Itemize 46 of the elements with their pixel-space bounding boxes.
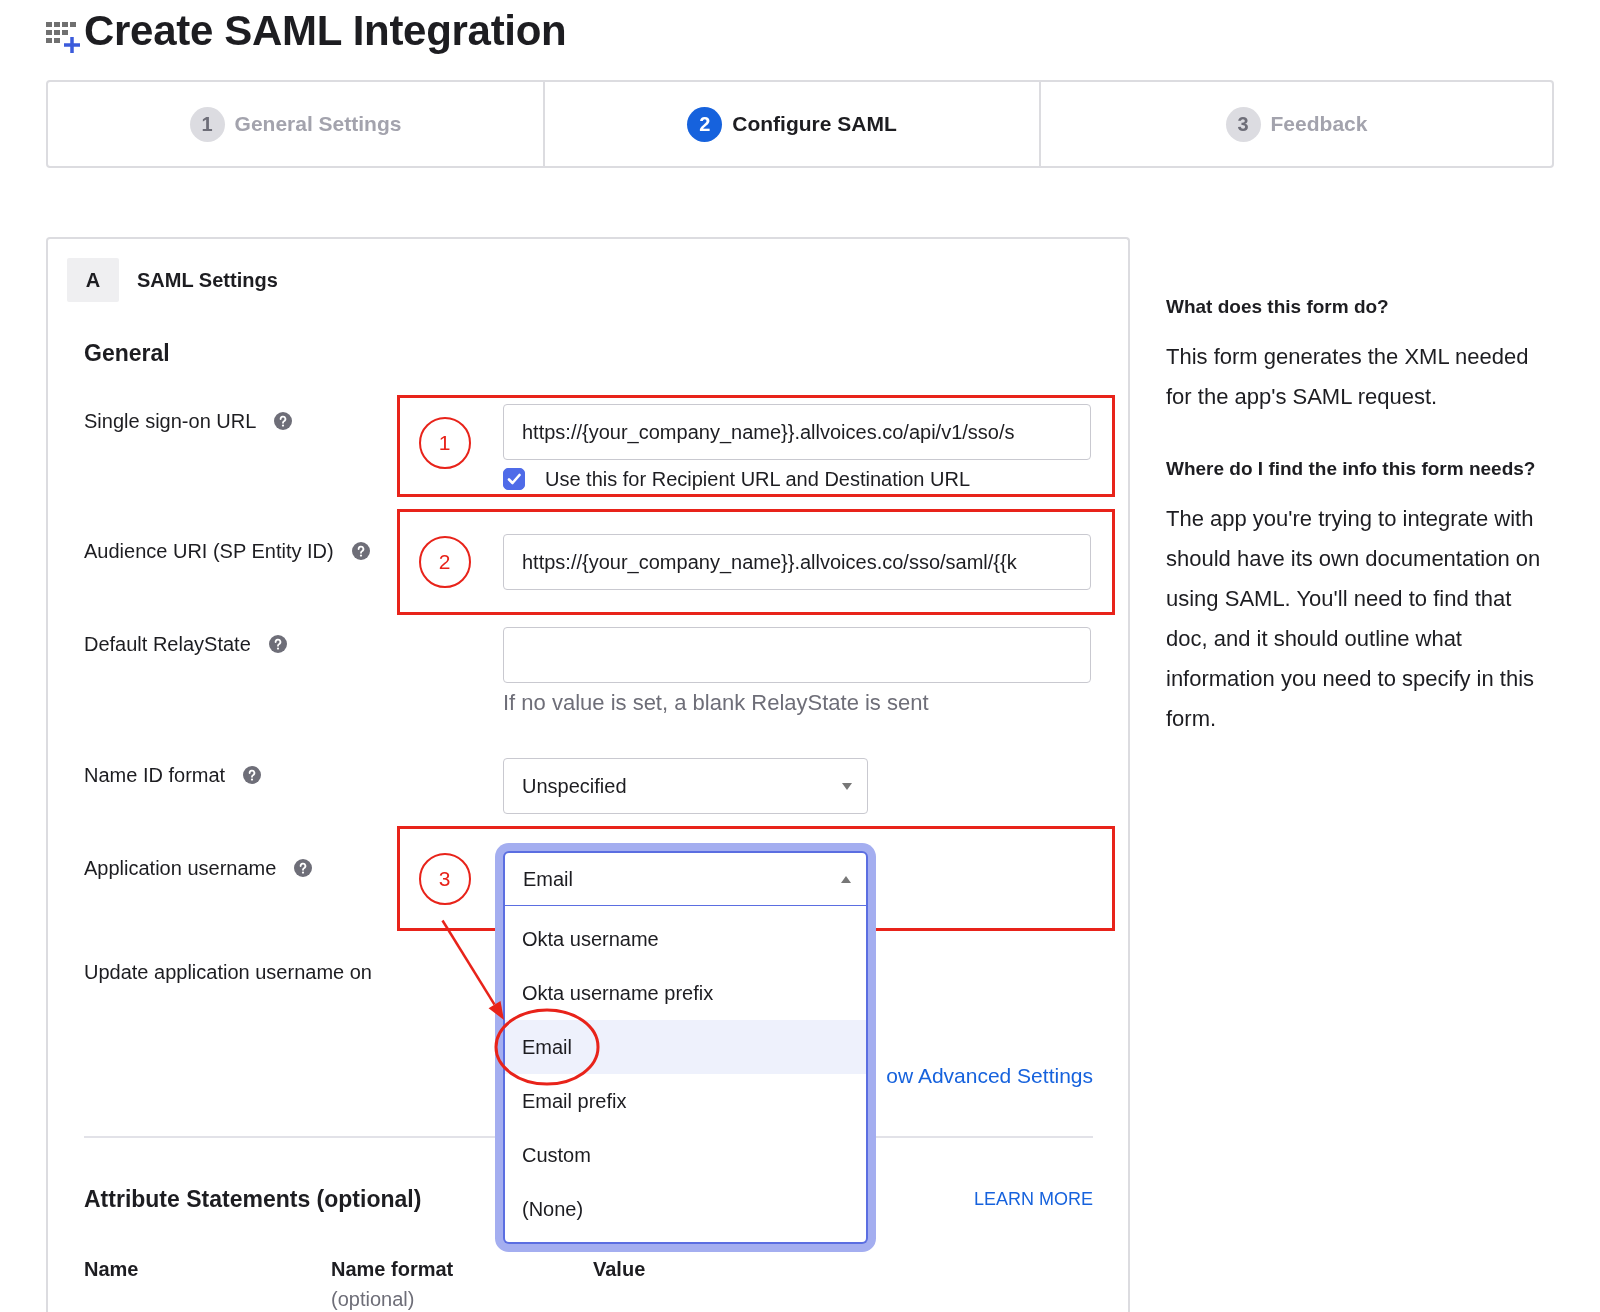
step-tab[interactable]: 3 Feedback [1039, 82, 1552, 166]
column-header: Name [84, 1258, 140, 1280]
step-number: 3 [1225, 106, 1261, 142]
learn-more-link[interactable]: LEARN MORE [973, 1188, 1093, 1210]
step-number: 2 [687, 106, 723, 142]
app-grid-add-icon [46, 20, 82, 54]
section-badge: A [67, 258, 119, 302]
card-title: SAML Settings [137, 268, 278, 292]
field-label: Update application username on [84, 960, 372, 984]
input-field[interactable] [503, 627, 1091, 683]
caret-icon [842, 782, 852, 790]
dropdown-option[interactable]: Okta username [505, 912, 866, 966]
dropdown-option[interactable]: Email prefix [505, 1074, 866, 1128]
checkbox[interactable] [503, 468, 525, 490]
dropdown-option[interactable]: Okta username prefix [505, 966, 866, 1020]
field-label: Name ID format [84, 763, 226, 787]
step-number: 1 [189, 106, 225, 142]
input-field[interactable]: https://{your_company_name}}.allvoices.co/sso/saml/{{k [503, 534, 1091, 590]
section-title: General [84, 339, 171, 368]
checkbox-label: Use this for Recipient URL and Destination URL [545, 467, 970, 491]
dropdown-option[interactable]: (None) [505, 1182, 866, 1236]
field-hint: If no value is set, a blank RelayState is sent [503, 690, 930, 716]
page-title: Create SAML Integration [84, 7, 567, 55]
column-header: Name format [331, 1258, 455, 1280]
help-text: The app you're trying to integrate with should have its own documentation on using SAML. You'll need to find that doc, and it should outline what information you need to specify in this form. [1166, 505, 1542, 733]
field-label: Application username [84, 856, 277, 880]
step-tab[interactable]: 2 Configure SAML [543, 82, 1039, 166]
section-title: Attribute Statements (optional) [84, 1185, 422, 1214]
select-field[interactable]: Unspecified [503, 758, 868, 814]
annotation-number: 2 [418, 536, 471, 588]
field-label: Default RelayState [84, 632, 251, 656]
help-text: This form generates the XML needed for the app's SAML request. [1166, 343, 1530, 411]
dropdown-option[interactable]: Email [505, 1020, 866, 1074]
column-note: (optional) [331, 1288, 416, 1310]
step-tab[interactable]: 1 General Settings [48, 82, 543, 166]
input-field[interactable]: https://{your_company_name}}.allvoices.co/api/v1/sso/s [503, 404, 1091, 460]
column-header: Value [593, 1258, 647, 1280]
annotation-number: 3 [418, 852, 471, 905]
dropdown-option[interactable]: Custom [505, 1128, 866, 1182]
field-label: Single sign-on URL [84, 409, 257, 433]
help-heading: Where do I find the info this form needs? [1166, 457, 1537, 481]
help-heading: What does this form do? [1166, 295, 1390, 319]
field-label: Audience URI (SP Entity ID) [84, 539, 334, 563]
caret-icon [841, 875, 851, 883]
annotation-number: 1 [418, 417, 471, 469]
advanced-settings-link[interactable]: ow Advanced Settings [886, 1064, 1093, 1088]
